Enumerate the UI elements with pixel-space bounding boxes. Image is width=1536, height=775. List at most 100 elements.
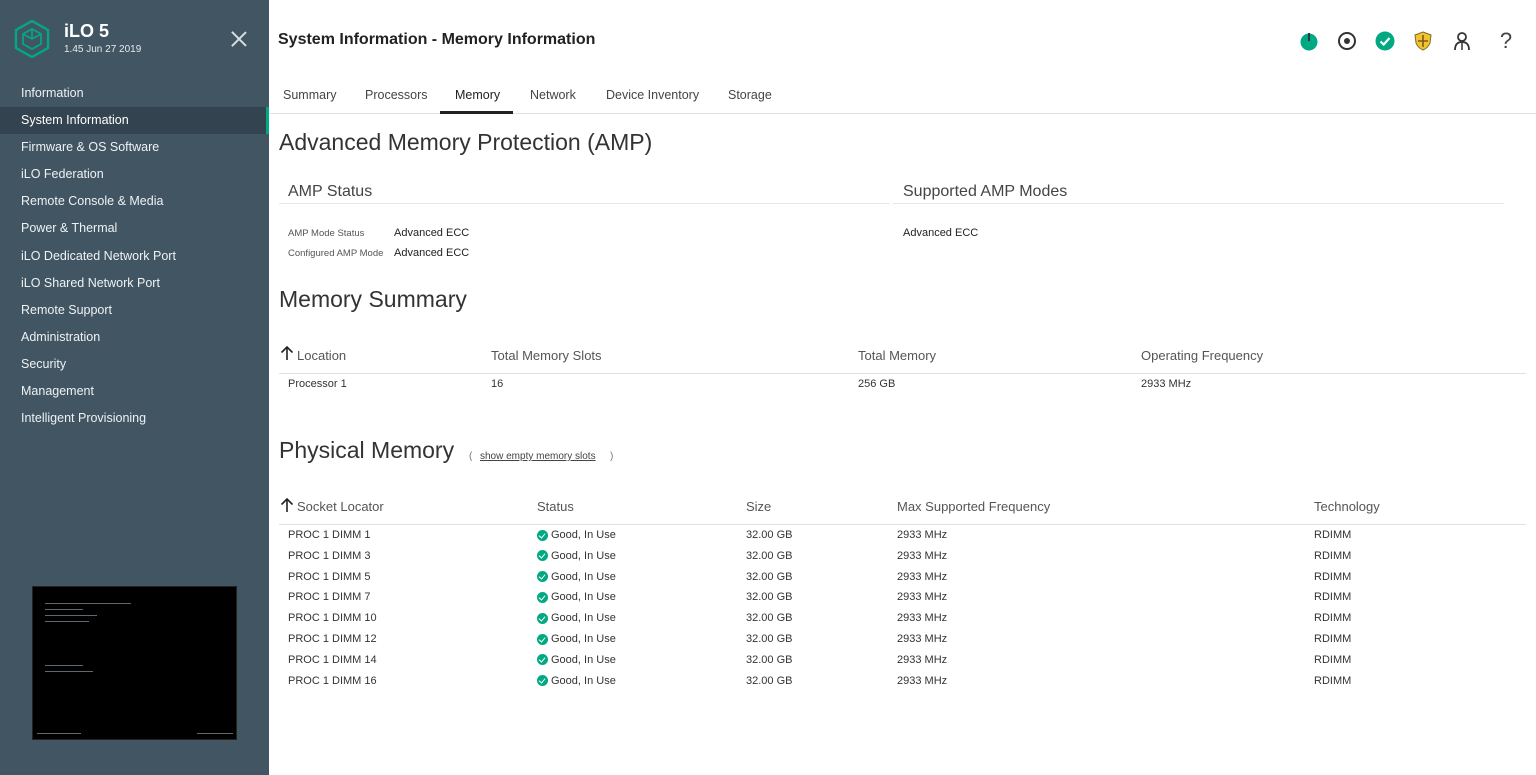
cell-technology: RDIMM [1314,549,1352,562]
cell-technology: RDIMM [1314,653,1352,666]
cell-max-frequency: 2933 MHz [897,549,948,562]
sort-ascending-icon[interactable] [280,345,294,361]
sidebar-item-information[interactable]: Information [0,80,269,107]
locator-icon[interactable] [1334,28,1360,54]
status-ok-icon [537,550,548,562]
column-header-socket-locator[interactable]: Socket Locator [297,499,384,514]
column-header-size[interactable]: Size [746,499,771,514]
column-header-total-memory-slots[interactable]: Total Memory Slots [491,348,602,363]
column-header-operating-frequency[interactable]: Operating Frequency [1141,348,1263,363]
column-header-status[interactable]: Status [537,499,574,514]
cell-size: 32.00 GB [746,674,793,687]
status-badge: Good, In Use [537,550,616,562]
sidebar-item-remote-support[interactable]: Remote Support [0,297,269,324]
status-badge: Good, In Use [537,612,616,624]
sidebar-item-firmware-os-software[interactable]: Firmware & OS Software [0,134,269,161]
supported-amp-modes-heading: Supported AMP Modes [903,183,1068,200]
status-badge: Good, In Use [537,675,616,687]
user-icon[interactable] [1449,28,1475,54]
status-ok-icon [537,675,548,687]
cell-socket-locator: PROC 1 DIMM 14 [288,653,377,666]
column-header-total-memory[interactable]: Total Memory [858,348,936,363]
cell-socket-locator: PROC 1 DIMM 16 [288,674,377,687]
configured-amp-mode-value: Advanced ECC [394,247,470,259]
amp-mode-status-label: AMP Mode Status [288,228,365,239]
cell-max-frequency: 2933 MHz [897,612,948,625]
column-header-technology[interactable]: Technology [1314,499,1380,514]
remote-console-thumbnail[interactable] [32,586,237,740]
tab-memory[interactable]: Memory [455,88,500,102]
tab-processors[interactable]: Processors [365,88,428,102]
show-empty-memory-slots-link[interactable]: show empty memory slots [480,451,596,462]
sidebar-item-management[interactable]: Management [0,378,269,405]
cell-technology: RDIMM [1314,591,1352,604]
summary-cell-total-slots: 16 [491,378,504,390]
sidebar-item-power-thermal[interactable]: Power & Thermal [0,215,269,242]
cell-socket-locator: PROC 1 DIMM 10 [288,612,377,625]
tab-network[interactable]: Network [530,88,576,102]
cell-max-frequency: 2933 MHz [897,653,948,666]
status-badge: Good, In Use [537,529,616,541]
status-badge: Good, In Use [537,571,616,583]
cell-socket-locator: PROC 1 DIMM 12 [288,633,377,645]
tab-storage[interactable]: Storage [728,88,772,102]
health-ok-icon[interactable] [1372,28,1398,54]
security-shield-icon[interactable] [1410,28,1436,54]
status-text: Good, In Use [551,529,616,541]
status-ok-icon [537,529,548,541]
tab-device-inventory[interactable]: Device Inventory [606,88,699,102]
sidebar-item-administration[interactable]: Administration [0,324,269,351]
status-text: Good, In Use [551,591,616,604]
cell-size: 32.00 GB [746,529,793,541]
physical-memory-title: Physical Memory [279,437,455,463]
app-version: 1.45 Jun 27 2019 [64,44,142,55]
summary-cell-location: Processor 1 [288,378,347,390]
sort-ascending-icon[interactable] [280,497,294,513]
cell-socket-locator: PROC 1 DIMM 1 [288,529,371,541]
cell-socket-locator: PROC 1 DIMM 7 [288,591,371,604]
cell-size: 32.00 GB [746,633,793,645]
tab-summary[interactable]: Summary [283,88,336,102]
cell-technology: RDIMM [1314,674,1352,687]
page-header: System Information - Memory Information … [269,0,1536,80]
cell-socket-locator: PROC 1 DIMM 5 [288,570,371,583]
cell-size: 32.00 GB [746,570,793,583]
configured-amp-mode-label: Configured AMP Mode [288,248,384,259]
cell-max-frequency: 2933 MHz [897,529,948,541]
status-text: Good, In Use [551,633,616,645]
status-ok-icon [537,633,548,645]
supported-amp-mode-item: Advanced ECC [903,227,979,239]
summary-header-rule [279,373,1526,374]
toggle-paren-open: ( [469,451,473,462]
status-ok-icon [537,654,548,666]
sidebar-item-system-information[interactable]: System Information [0,107,269,135]
sidebar-item-ilo-federation[interactable]: iLO Federation [0,161,269,188]
help-icon[interactable]: ? [1493,28,1519,54]
sidebar-item-ilo-shared-network-port[interactable]: iLO Shared Network Port [0,270,269,297]
close-sidebar-icon[interactable] [229,29,249,49]
sidebar: iLO 5 1.45 Jun 27 2019 Information Syste… [0,0,269,775]
sidebar-nav: Information System Information Firmware … [0,80,269,432]
cell-socket-locator: PROC 1 DIMM 3 [288,549,371,562]
cell-max-frequency: 2933 MHz [897,674,948,687]
amp-title: Advanced Memory Protection (AMP) [279,129,653,155]
column-header-location[interactable]: Location [297,348,346,363]
amp-status-heading: AMP Status [288,183,373,200]
cell-size: 32.00 GB [746,591,793,604]
power-icon[interactable] [1296,28,1322,54]
sidebar-item-remote-console-media[interactable]: Remote Console & Media [0,188,269,215]
cell-size: 32.00 GB [746,549,793,562]
supported-amp-modes-rule [893,203,1504,204]
memory-summary-title: Memory Summary [279,286,467,312]
cell-size: 32.00 GB [746,653,793,666]
physical-header-rule [279,524,1526,525]
sidebar-item-security[interactable]: Security [0,351,269,378]
status-badge: Good, In Use [537,591,616,603]
column-header-max-supported-frequency[interactable]: Max Supported Frequency [897,499,1050,514]
status-ok-icon [537,612,548,624]
status-ok-icon [537,591,548,603]
amp-status-rule [279,203,889,204]
cell-technology: RDIMM [1314,529,1352,541]
sidebar-item-intelligent-provisioning[interactable]: Intelligent Provisioning [0,405,269,432]
sidebar-item-ilo-dedicated-network-port[interactable]: iLO Dedicated Network Port [0,243,269,270]
